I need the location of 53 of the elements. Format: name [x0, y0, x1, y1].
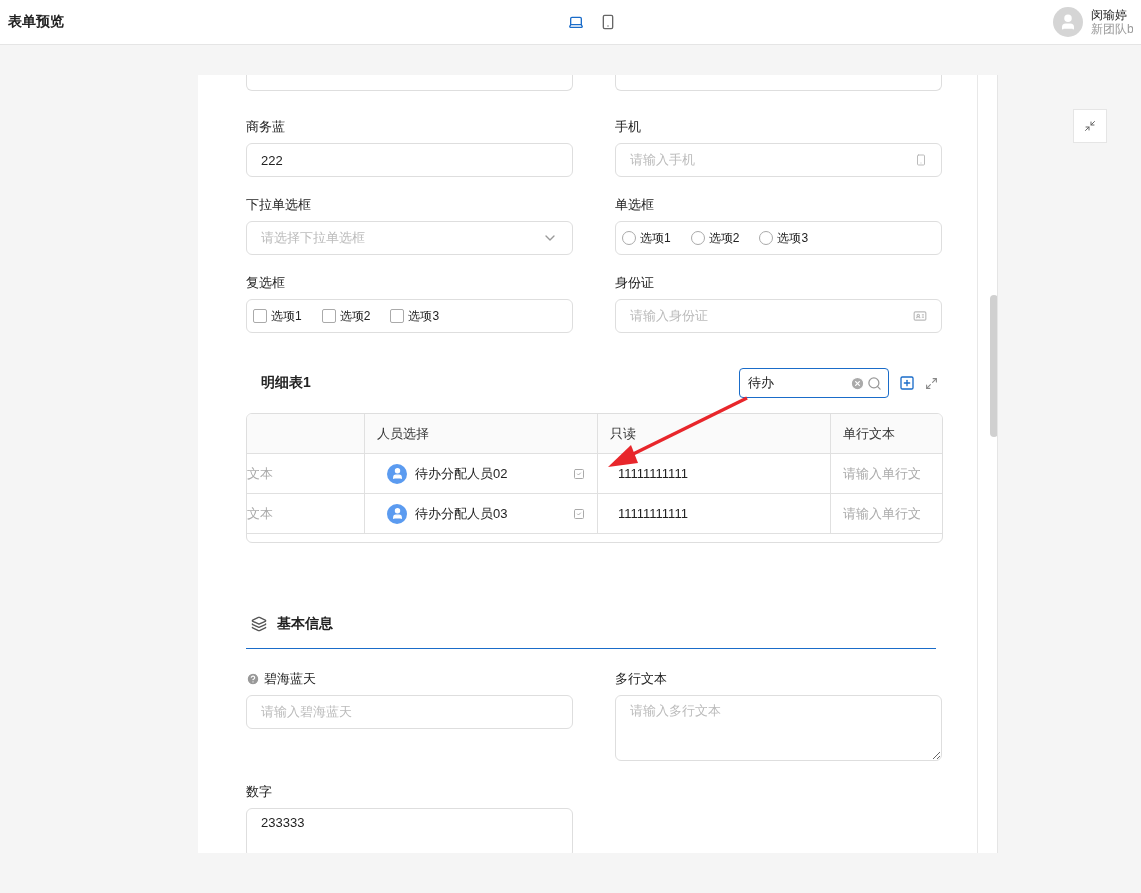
laptop-icon[interactable] — [568, 14, 584, 30]
input-field[interactable] — [615, 75, 942, 91]
input-field[interactable]: 233333 — [246, 808, 573, 853]
radio-option[interactable]: 选项1 — [622, 229, 671, 247]
column-header: 人员选择 — [365, 414, 598, 453]
field-label: 身份证 — [615, 274, 654, 292]
field-label: 单选框 — [615, 196, 654, 214]
table-cell: 11111111111 — [598, 494, 831, 533]
search-icon[interactable] — [867, 375, 882, 391]
check-icon[interactable] — [573, 467, 585, 480]
input-field[interactable]: 222 — [246, 143, 573, 177]
checkbox-option[interactable]: 选项1 — [253, 307, 302, 325]
field-label: 数字 — [246, 783, 272, 801]
field-label: 下拉单选框 — [246, 196, 311, 214]
table-cell: 待办分配人员02 — [365, 454, 598, 493]
page-title: 表单预览 — [8, 13, 65, 31]
user-name: 闵瑜婷 — [1091, 8, 1128, 22]
table-title: 明细表1 — [261, 374, 312, 392]
check-icon[interactable] — [573, 507, 585, 520]
user-avatar-icon — [387, 503, 407, 524]
table-cell-text: 请输入单行文 — [842, 464, 922, 483]
checkbox-option[interactable]: 选项3 — [390, 307, 440, 325]
field-label: 多行文本 — [615, 670, 667, 688]
table-cell-text: 请输入单行文 — [842, 504, 922, 523]
table-cell: 待办分配人员03 — [365, 494, 598, 533]
add-icon[interactable] — [899, 375, 915, 391]
collapse-icon — [1084, 120, 1096, 132]
collapse-button[interactable] — [1073, 109, 1107, 143]
table-cell: 文本 — [247, 494, 365, 533]
checkbox-option[interactable]: 选项2 — [321, 307, 371, 325]
phone-icon[interactable] — [600, 14, 616, 30]
input-field[interactable] — [246, 75, 573, 91]
field-label: 复选框 — [246, 274, 285, 292]
textarea-field[interactable]: 请输入多行文本 — [615, 695, 942, 761]
avatar[interactable] — [1053, 7, 1083, 37]
column-header: 单行文本 — [842, 424, 896, 443]
phone-icon — [915, 154, 927, 166]
field-label: 商务蓝 — [246, 118, 285, 136]
search-field[interactable]: 待办 — [739, 368, 889, 398]
radio-option[interactable]: 选项2 — [690, 229, 740, 247]
id-card-icon — [913, 309, 927, 323]
help-icon[interactable] — [246, 672, 260, 686]
layers-icon — [251, 615, 267, 632]
radio-option[interactable]: 选项3 — [759, 229, 809, 247]
team-name: 新团队b — [1091, 22, 1133, 36]
field-label: 手机 — [615, 118, 641, 136]
clear-icon[interactable] — [850, 375, 865, 391]
table-cell: 文本 — [247, 454, 365, 493]
section-title: 基本信息 — [277, 614, 333, 633]
scrollbar-thumb[interactable] — [990, 295, 997, 437]
expand-icon[interactable] — [925, 376, 938, 390]
user-avatar-icon — [387, 463, 407, 484]
field-label: 碧海蓝天 — [264, 670, 316, 688]
